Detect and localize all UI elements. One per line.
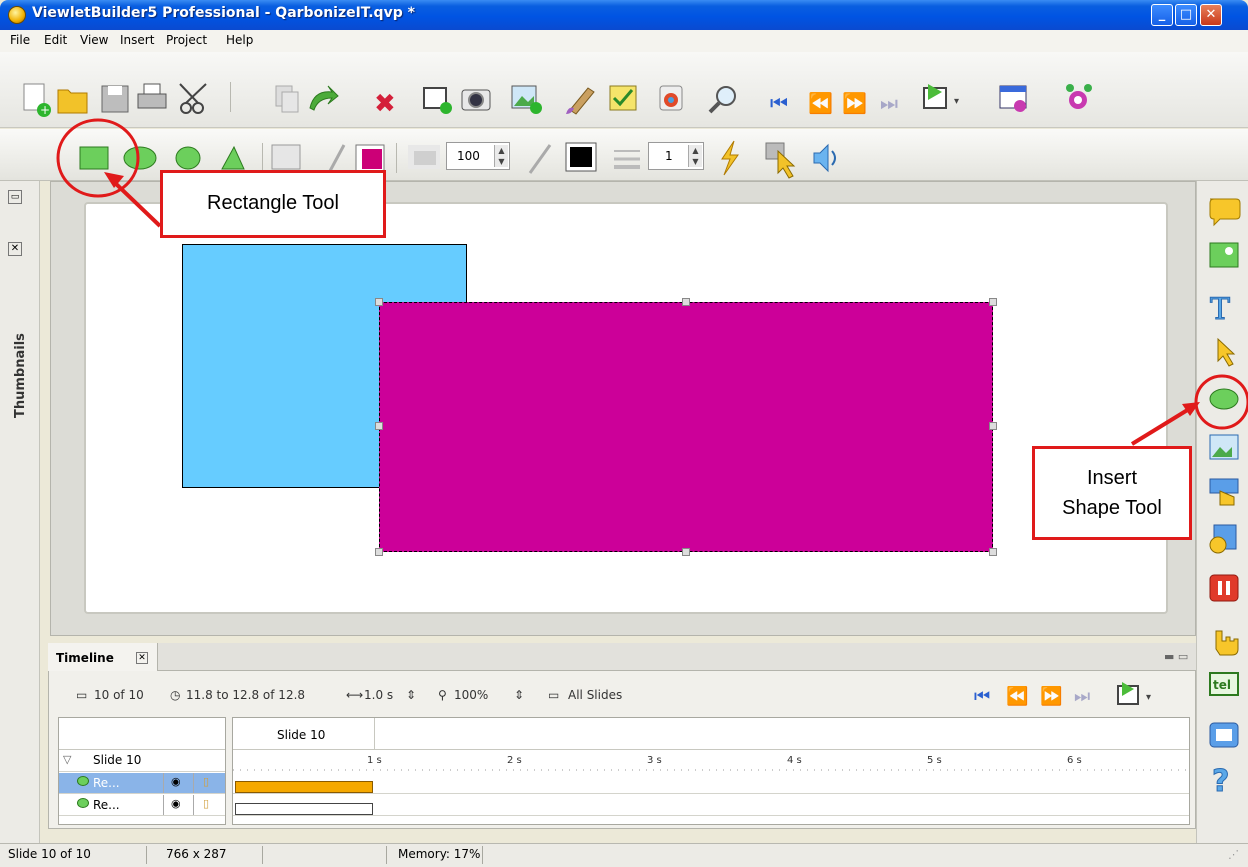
callout-line1: Insert	[1086, 467, 1138, 489]
annotation-arrow-left	[110, 178, 162, 228]
annotation-overlay	[56, 118, 1248, 446]
callout-line2: Shape Tool	[1062, 497, 1162, 519]
annotation-arrow-right	[1130, 404, 1196, 446]
annotation-circle-right	[1194, 374, 1248, 430]
annotation-circle-left	[56, 118, 140, 198]
callout-insert-shape-tool: Insert Shape Tool	[1032, 446, 1192, 540]
callout-rectangle-tool: Rectangle Tool	[160, 170, 386, 238]
